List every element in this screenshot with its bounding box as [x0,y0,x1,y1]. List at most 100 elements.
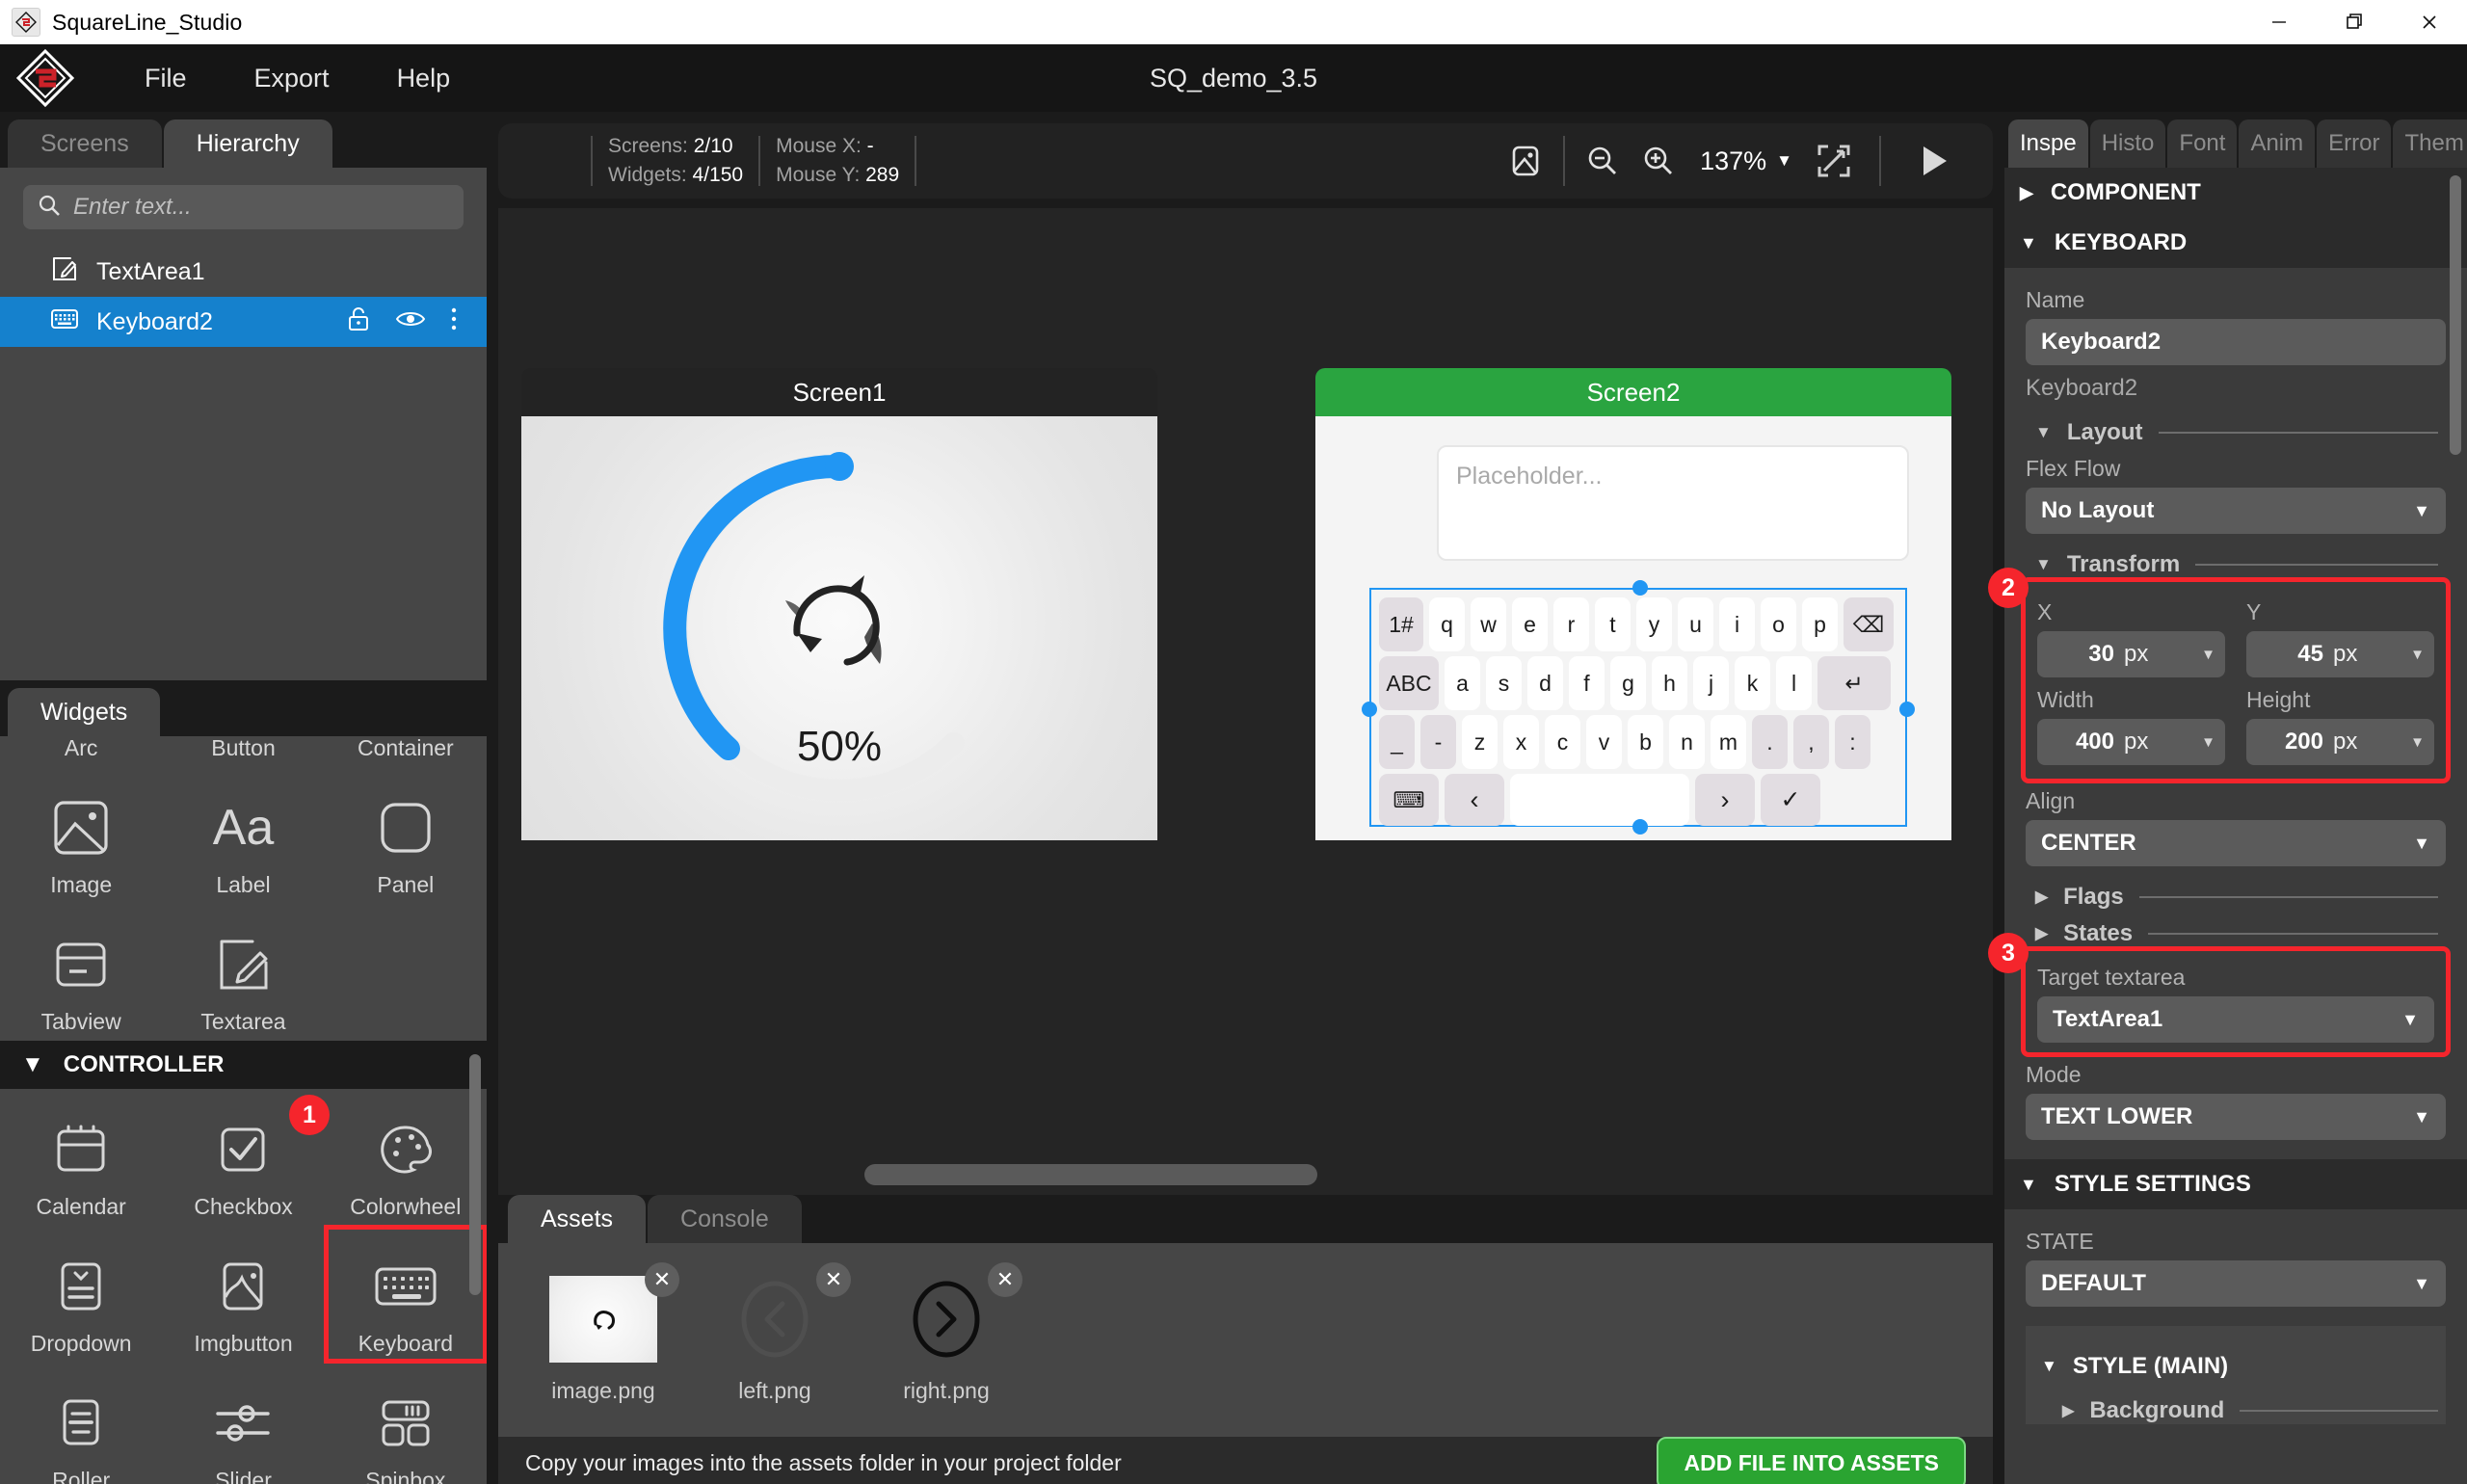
subsection-background[interactable]: ▶ Background [2062,1397,2446,1424]
kb-key[interactable]: p [1802,597,1838,651]
kb-key[interactable]: t [1595,597,1631,651]
resize-handle-left[interactable] [1362,702,1377,717]
section-component[interactable]: ▶ COMPONENT [2004,168,2467,218]
kb-key[interactable]: s [1486,656,1522,710]
kb-key[interactable]: z [1462,715,1498,769]
tab-font[interactable]: Font [2167,119,2238,168]
widget-spinbox[interactable]: Spinbox [325,1363,487,1484]
align-dropdown[interactable]: CENTER ▼ [2026,820,2446,866]
eye-icon[interactable] [395,308,426,336]
asset-item[interactable]: left.png ✕ [714,1262,851,1404]
widget-label-widget[interactable]: Aa Label [162,767,324,904]
kb-key[interactable]: v [1586,715,1622,769]
minimize-button[interactable] [2242,0,2317,44]
height-input[interactable]: 200 px ▼ [2246,719,2434,765]
unlock-icon[interactable] [346,305,371,339]
kb-key[interactable]: k [1735,656,1770,710]
widget-image[interactable]: Image [0,767,162,904]
kb-key[interactable]: y [1636,597,1672,651]
tab-inspector[interactable]: Inspe [2008,119,2088,168]
resize-handle-right[interactable] [1899,702,1915,717]
flex-flow-dropdown[interactable]: No Layout ▼ [2026,488,2446,534]
zoom-in-icon[interactable] [1631,133,1686,189]
kb-key[interactable]: n [1669,715,1705,769]
resize-handle-top[interactable] [1632,580,1648,596]
widget-container[interactable]: Container [325,736,487,767]
screen2-frame[interactable]: Screen2 Placeholder... 1# q w e r t y u … [1315,368,1951,840]
kb-key[interactable]: o [1761,597,1796,651]
kb-key[interactable]: j [1693,656,1729,710]
kb-key-enter[interactable]: ↵ [1817,656,1891,710]
tab-assets[interactable]: Assets [508,1195,647,1243]
close-icon[interactable]: ✕ [988,1262,1022,1297]
inspector-scrollbar[interactable] [2450,175,2461,455]
subsection-transform[interactable]: ▼ Transform [2035,551,2446,578]
kb-key[interactable]: _ [1379,715,1415,769]
screen1-frame[interactable]: Screen1 50% [521,368,1157,840]
widgets-scrollbar[interactable] [469,1054,481,1295]
tab-screens[interactable]: Screens [8,119,162,168]
widget-button[interactable]: Button [162,736,324,767]
menu-help[interactable]: Help [387,58,461,99]
widget-dropdown[interactable]: Dropdown [0,1226,162,1363]
kb-key-next[interactable]: › [1695,774,1755,826]
widget-panel[interactable]: Panel [325,767,487,904]
kb-key[interactable]: g [1610,656,1646,710]
kb-key-backspace[interactable]: ⌫ [1844,597,1894,651]
more-vert-icon[interactable] [450,306,458,338]
screenshot-icon[interactable] [1498,133,1553,189]
zoom-level-dropdown[interactable]: 137% ▼ [1686,146,1806,176]
chevron-down-icon[interactable]: ▼ [2201,647,2215,663]
kb-key[interactable]: : [1835,715,1870,769]
kb-key[interactable]: f [1569,656,1605,710]
close-icon[interactable]: ✕ [645,1262,679,1297]
kb-key[interactable]: . [1752,715,1788,769]
kb-key-keyboard-toggle[interactable]: ⌨ [1379,774,1439,826]
kb-key[interactable]: r [1553,597,1589,651]
widget-roller[interactable]: Roller [0,1363,162,1484]
widget-imgbutton[interactable]: Imgbutton [162,1226,324,1363]
kb-key[interactable]: h [1652,656,1687,710]
screen2-body[interactable]: Placeholder... 1# q w e r t y u i o p ⌫ … [1315,416,1951,840]
close-icon[interactable]: ✕ [816,1262,851,1297]
close-button[interactable] [2392,0,2467,44]
tree-item-textarea1[interactable]: TextArea1 [0,247,487,297]
x-input[interactable]: 30 px ▼ [2037,631,2225,677]
chevron-down-icon[interactable]: ▼ [2201,734,2215,751]
section-style-settings[interactable]: ▼ STYLE SETTINGS [2004,1159,2467,1209]
section-controller[interactable]: ▼ CONTROLLER [0,1041,487,1089]
kb-key[interactable]: a [1445,656,1480,710]
kb-key[interactable]: 1# [1379,597,1423,651]
menu-export[interactable]: Export [245,58,339,99]
menu-file[interactable]: File [135,58,197,99]
kb-key[interactable]: i [1719,597,1755,651]
tab-anim[interactable]: Anim [2239,119,2316,168]
add-file-into-assets-button[interactable]: ADD FILE INTO ASSETS [1657,1437,1966,1484]
tab-theme[interactable]: Them [2393,119,2467,168]
zoom-out-icon[interactable] [1575,133,1631,189]
kb-key[interactable]: x [1503,715,1539,769]
kb-key[interactable]: d [1527,656,1563,710]
kb-key[interactable]: - [1420,715,1456,769]
search-input[interactable]: Enter text... [23,185,464,229]
kb-key[interactable]: u [1678,597,1713,651]
kb-key-abc[interactable]: ABC [1379,656,1439,710]
target-textarea-dropdown[interactable]: TextArea1 ▼ [2037,996,2434,1043]
widget-keyboard[interactable]: Keyboard [323,1225,487,1364]
widget-colorwheel[interactable]: Colorwheel [325,1089,487,1226]
subsection-layout[interactable]: ▼ Layout [2035,419,2446,446]
tab-widgets[interactable]: Widgets [8,688,161,736]
maximize-button[interactable] [2317,0,2392,44]
kb-key[interactable]: l [1776,656,1812,710]
asset-item[interactable]: right.png ✕ [886,1262,1022,1404]
kb-key[interactable]: c [1545,715,1580,769]
kb-key-space[interactable] [1510,774,1689,826]
mode-dropdown[interactable]: TEXT LOWER ▼ [2026,1094,2446,1140]
kb-key[interactable]: m [1711,715,1746,769]
kb-key[interactable]: w [1471,597,1506,651]
canvas-horizontal-scrollbar[interactable] [498,1164,1993,1185]
asset-item[interactable]: image.png ✕ [543,1262,679,1404]
subsection-states[interactable]: ▶ States [2035,920,2446,947]
state-dropdown[interactable]: DEFAULT ▼ [2026,1260,2446,1307]
tab-error[interactable]: Error [2317,119,2392,168]
